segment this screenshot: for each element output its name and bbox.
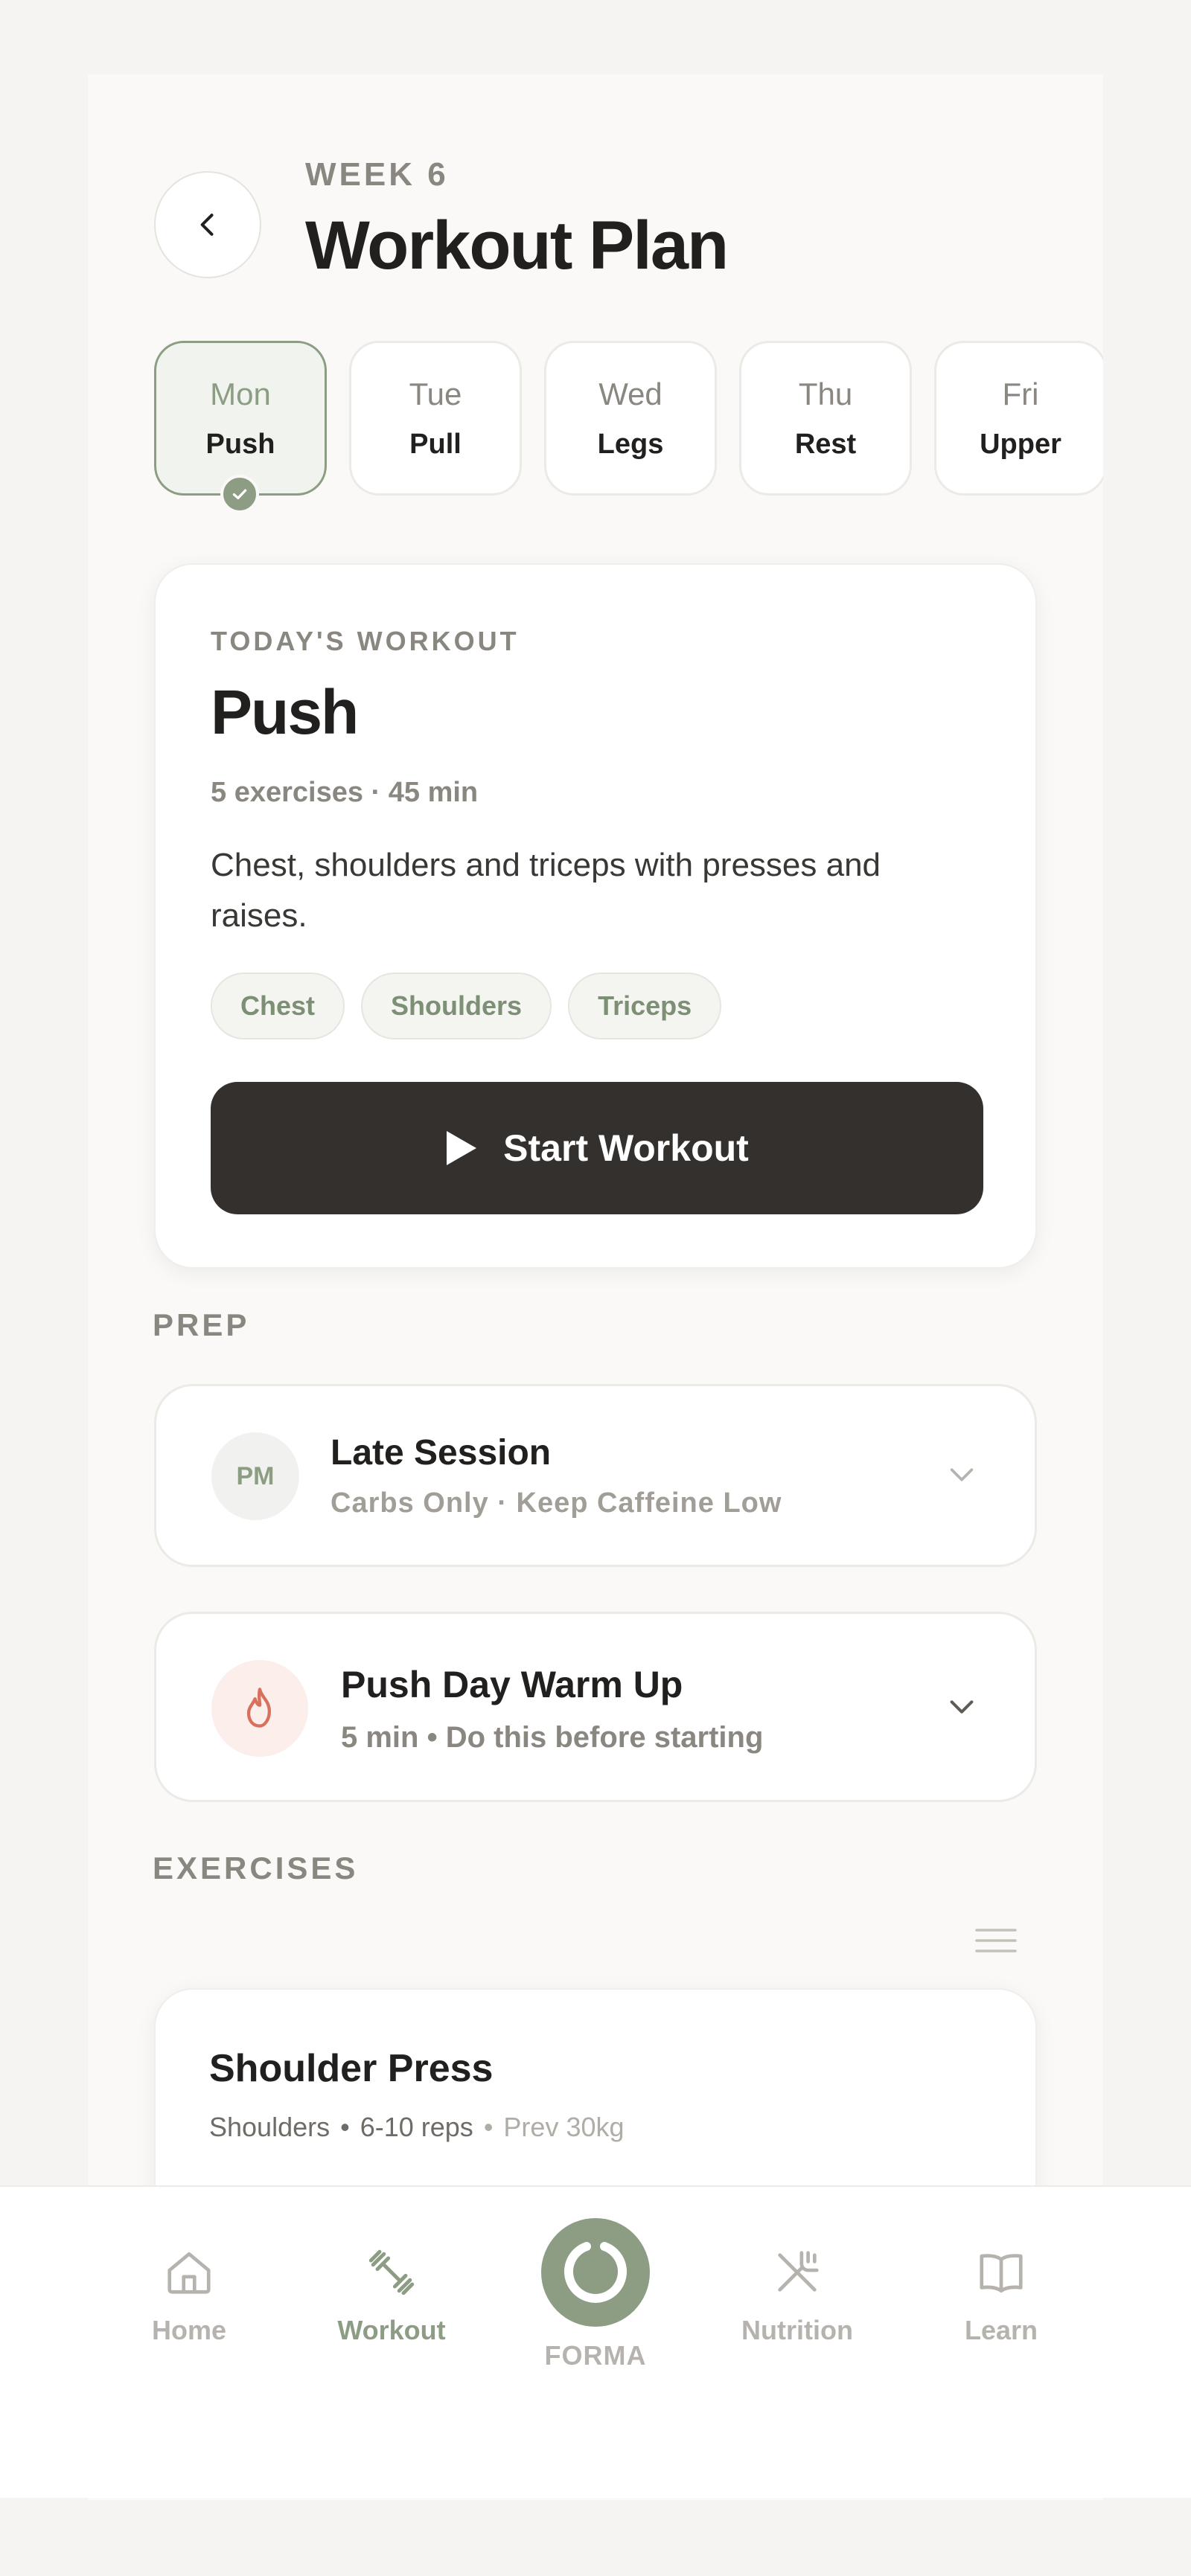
exercises-section-label: EXERCISES bbox=[153, 1851, 359, 1885]
screen: WEEK 6 Workout Plan Mon Push Tue Pull We… bbox=[0, 0, 1191, 2576]
nav-label: Home bbox=[151, 2315, 227, 2345]
workout-meta: 5 exercises · 45 min bbox=[211, 777, 479, 808]
day-tab-fri[interactable]: Fri Upper bbox=[934, 341, 1103, 496]
todays-workout-label: TODAY'S WORKOUT bbox=[211, 626, 520, 656]
utensils-icon bbox=[778, 2251, 819, 2292]
warmup-title: Push Day Warm Up bbox=[341, 1664, 683, 1705]
day-selector: Mon Push Tue Pull Wed Legs Thu Rest Fri … bbox=[154, 341, 1103, 497]
flame-icon bbox=[246, 1688, 271, 1728]
warmup-card[interactable]: Push Day Warm Up 5 min • Do this before … bbox=[154, 1612, 1037, 1802]
chevron-down-icon[interactable] bbox=[947, 1464, 977, 1486]
exercise-reps: 6-10 reps bbox=[360, 2112, 473, 2142]
nav-forma[interactable]: FORMA bbox=[541, 2218, 650, 2371]
day-workout-type: Upper bbox=[980, 428, 1061, 460]
session-subtitle: Carbs Only · Keep Caffeine Low bbox=[331, 1487, 782, 1519]
day-workout-type: Pull bbox=[409, 428, 462, 460]
forma-ring-icon bbox=[564, 2242, 627, 2303]
forma-logo-button[interactable] bbox=[541, 2218, 650, 2327]
session-title: Late Session bbox=[331, 1433, 552, 1473]
day-name: Thu bbox=[798, 376, 853, 411]
nav-nutrition[interactable]: Nutrition bbox=[708, 2246, 887, 2346]
nav-label: Workout bbox=[337, 2315, 446, 2345]
day-workout-type: Push bbox=[205, 428, 275, 460]
dumbbell-icon bbox=[368, 2249, 415, 2295]
tag-shoulders: Shoulders bbox=[361, 973, 552, 1039]
warmup-badge bbox=[211, 1660, 308, 1757]
day-name: Mon bbox=[210, 376, 271, 411]
exercise-previous: Prev 30kg bbox=[503, 2112, 625, 2142]
session-badge: PM bbox=[211, 1432, 299, 1520]
bottom-nav: Home Workout FORMA Nutrition Learn bbox=[0, 2185, 1191, 2498]
completed-check-icon bbox=[220, 475, 259, 513]
chevron-down-icon[interactable] bbox=[947, 1696, 977, 1718]
tag-chest: Chest bbox=[211, 973, 345, 1039]
warmup-subtitle: 5 min • Do this before starting bbox=[341, 1721, 764, 1754]
start-workout-label: Start Workout bbox=[503, 1127, 749, 1169]
nav-label: Nutrition bbox=[741, 2315, 853, 2345]
book-icon bbox=[980, 2254, 1023, 2293]
late-session-card[interactable]: PM Late Session Carbs Only · Keep Caffei… bbox=[154, 1384, 1037, 1567]
play-icon bbox=[447, 1131, 477, 1165]
prep-section-label: PREP bbox=[153, 1307, 250, 1342]
day-name: Tue bbox=[409, 376, 462, 411]
page-title: Workout Plan bbox=[305, 208, 729, 283]
home-icon bbox=[167, 2252, 211, 2294]
day-name: Fri bbox=[1002, 376, 1039, 411]
nav-label: FORMA bbox=[544, 2340, 647, 2371]
week-label: WEEK 6 bbox=[305, 156, 449, 193]
exercise-name: Shoulder Press bbox=[209, 2047, 494, 2090]
day-tab-mon[interactable]: Mon Push bbox=[154, 341, 327, 496]
todays-workout-card: TODAY'S WORKOUT Push 5 exercises · 45 mi… bbox=[154, 563, 1037, 1269]
back-button[interactable] bbox=[154, 171, 261, 278]
nav-label: Learn bbox=[964, 2315, 1038, 2345]
chevron-left-icon bbox=[200, 214, 214, 236]
day-tab-wed[interactable]: Wed Legs bbox=[544, 341, 717, 496]
day-workout-type: Legs bbox=[597, 428, 664, 460]
exercise-meta: Shoulders • 6-10 reps • Prev 30kg bbox=[209, 2112, 625, 2143]
day-workout-type: Rest bbox=[794, 428, 857, 460]
separator-dot: • bbox=[340, 2112, 350, 2142]
header: WEEK 6 Workout Plan bbox=[154, 156, 1047, 296]
workout-title: Push bbox=[211, 677, 359, 747]
nav-home[interactable]: Home bbox=[100, 2246, 278, 2346]
nav-learn[interactable]: Learn bbox=[912, 2246, 1091, 2346]
muscle-tags: Chest Shoulders Triceps bbox=[211, 973, 722, 1039]
day-tab-tue[interactable]: Tue Pull bbox=[349, 341, 522, 496]
nav-workout[interactable]: Workout bbox=[302, 2246, 481, 2346]
tag-triceps: Triceps bbox=[568, 973, 722, 1039]
workout-description: Chest, shoulders and triceps with presse… bbox=[211, 847, 881, 934]
day-tab-thu[interactable]: Thu Rest bbox=[739, 341, 912, 496]
separator-dot: • bbox=[483, 2112, 494, 2142]
exercise-muscle: Shoulders bbox=[209, 2112, 331, 2142]
day-name: Wed bbox=[598, 376, 662, 411]
session-badge-text: PM bbox=[236, 1461, 275, 1490]
reorder-icon[interactable] bbox=[974, 1926, 1018, 1955]
start-workout-button[interactable]: Start Workout bbox=[211, 1082, 983, 1214]
